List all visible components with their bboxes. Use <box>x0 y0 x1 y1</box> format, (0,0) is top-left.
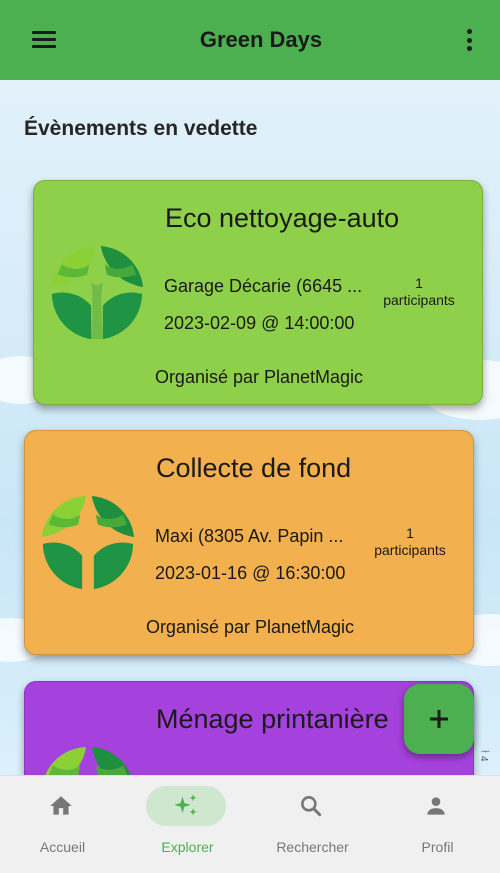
event-organizer: Organisé par PlanetMagic <box>145 617 355 637</box>
search-icon <box>301 796 322 817</box>
event-logo-tree-icon <box>41 495 135 590</box>
participants-label: participants <box>374 542 446 558</box>
nav-item-explorer[interactable]: Explorer <box>125 776 250 873</box>
event-date: 2023-02-09 @ 14:00:00 <box>164 313 355 333</box>
nav-item-accueil[interactable]: Accueil <box>0 776 125 873</box>
sparkle-icon <box>174 794 197 816</box>
app-title: Green Days <box>199 27 323 52</box>
event-location: Garage Décarie (6645 ... <box>164 276 363 296</box>
nav-label: Explorer <box>161 839 214 855</box>
participants-count: 1 <box>415 275 423 291</box>
add-event-button[interactable] <box>404 684 474 754</box>
event-card[interactable]: Collecte de fond Maxi (8305 Av. Papin ..… <box>24 430 474 655</box>
hamburger-menu-icon[interactable] <box>32 31 56 49</box>
event-card[interactable]: Eco nettoyage-auto Garage Décarie (6645 … <box>33 180 483 405</box>
participants-label: participants <box>383 292 455 308</box>
event-date: 2023-01-16 @ 16:30:00 <box>155 563 346 583</box>
person-icon <box>427 797 445 815</box>
add-icon <box>430 710 448 728</box>
event-title: Collecte de fond <box>156 453 352 483</box>
event-title: Eco nettoyage-auto <box>165 203 400 233</box>
home-icon <box>50 796 72 815</box>
nav-label: Profil <box>421 839 454 855</box>
section-title: Évènements en vedette <box>24 117 258 140</box>
participants-badge: 1 participants <box>365 525 455 559</box>
nav-item-profil[interactable]: Profil <box>375 776 500 873</box>
nav-label: Rechercher <box>276 839 349 855</box>
app-bar: Green Days <box>0 0 500 80</box>
more-vertical-icon[interactable] <box>466 29 474 51</box>
event-organizer: Organisé par PlanetMagic <box>154 367 364 387</box>
participants-badge: 1 participants <box>374 275 464 309</box>
participants-count: 1 <box>406 525 414 541</box>
side-glyph: ᅮ4 <box>478 746 489 762</box>
nav-item-rechercher[interactable]: Rechercher <box>250 776 375 873</box>
nav-label: Accueil <box>39 839 86 855</box>
event-title: Ménage printanière <box>156 704 389 734</box>
event-logo-tree-icon <box>50 245 144 340</box>
event-location: Maxi (8305 Av. Papin ... <box>155 526 344 546</box>
bottom-navigation: Accueil Explorer Rechercher Profil <box>0 775 500 873</box>
